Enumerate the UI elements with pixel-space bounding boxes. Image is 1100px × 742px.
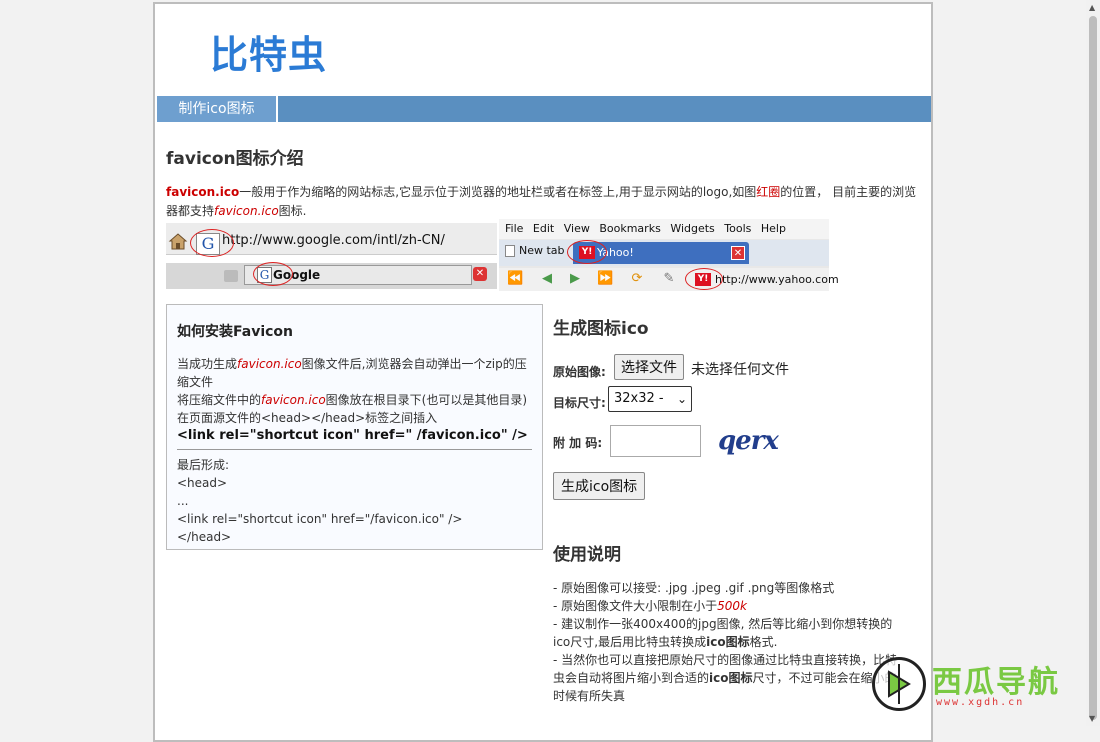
install-guide-box: 如何安装Favicon 当成功生成favicon.ico图像文件后,浏览器会自动… <box>166 304 543 550</box>
red-circle-marker <box>567 240 607 264</box>
usage-title: 使用说明 <box>553 545 621 565</box>
no-file-text: 未选择任何文件 <box>691 362 789 378</box>
page-scrollbar[interactable]: ▲ ▼ <box>1086 0 1100 726</box>
scroll-up-icon[interactable]: ▲ <box>1089 3 1095 12</box>
back-arrow-icon: ◀ <box>542 271 552 286</box>
yahoo-browser: File Edit View Bookmarks Widgets Tools H… <box>499 219 839 291</box>
install-line: 将压缩文件中的favicon.ico图像放在根目录下(也可以是其他目录) <box>177 391 537 409</box>
install-line: 最后形成: <box>177 458 230 472</box>
usage-item: - 当然你也可以直接把原始尺寸的图像通过比特虫直接转换，比特虫会自动将图片缩小到… <box>553 651 903 705</box>
new-tab-label: New tab <box>519 244 565 257</box>
choose-file-button[interactable]: 选择文件 <box>614 354 684 380</box>
scrollbar-thumb[interactable] <box>1089 16 1097 720</box>
install-text: 将压缩文件中的 <box>177 393 262 407</box>
menu-view: View <box>563 222 590 235</box>
install-code-line: <link rel="shortcut icon" href=" /favico… <box>177 428 528 443</box>
usage-item: - 原始图像可以接受: .jpg .jpeg .gif .png等图像格式 <box>553 581 835 595</box>
forward-arrow-icon: ▶ <box>570 271 580 286</box>
page-container: 比特虫 制作ico图标 favicon图标介绍 favicon.ico一般用于作… <box>153 2 933 742</box>
generate-title: 生成图标ico <box>553 319 649 339</box>
browser-menu-bar: File Edit View Bookmarks Widgets Tools H… <box>499 219 829 239</box>
captcha-image[interactable]: qerx <box>718 426 779 456</box>
usage-body: - 原始图像可以接受: .jpg .jpeg .gif .png等图像格式 - … <box>553 579 903 705</box>
target-size-select[interactable]: 32x32 - ⌄ <box>608 386 692 412</box>
captcha-label: 附 加 码: <box>553 436 603 450</box>
intro-paragraph: favicon.ico一般用于作为缩略的网站标志,它显示位于浏览器的地址栏或者在… <box>166 183 921 221</box>
red-circle-marker <box>685 268 723 290</box>
disabled-tab-icon <box>224 270 238 282</box>
watermark-url: www.xgdh.cn <box>936 697 1025 708</box>
watermark-logo-icon <box>872 657 926 711</box>
red-circle-marker <box>253 262 293 286</box>
menu-help: Help <box>760 222 786 235</box>
close-icon: ✕ <box>731 246 745 260</box>
nav-tab-make-ico[interactable]: 制作ico图标 <box>157 96 278 122</box>
install-code-line: <link rel="shortcut icon" href="/favicon… <box>177 512 463 526</box>
watermark: 西瓜导航 www.xgdh.cn <box>872 655 1092 715</box>
menu-file: File <box>505 222 524 235</box>
usage-text: - 原始图像文件大小限制在小于 <box>553 599 718 613</box>
target-size-value: 32x32 - <box>614 391 664 406</box>
menu-tools: Tools <box>724 222 752 235</box>
install-text: 当成功生成 <box>177 357 238 371</box>
reload-icon: ⟳ <box>631 271 643 286</box>
rewind-icon: ⏪ <box>507 271 524 286</box>
close-icon: ✕ <box>473 267 487 281</box>
menu-widgets: Widgets <box>670 222 715 235</box>
intro-title: favicon图标介绍 <box>166 149 304 169</box>
install-filename: favicon.ico <box>261 393 326 407</box>
red-circle-marker <box>190 229 234 257</box>
target-size-label: 目标尺寸: <box>553 396 606 410</box>
divider <box>177 449 532 450</box>
usage-bold: ico图标 <box>706 635 750 649</box>
generate-ico-button[interactable]: 生成ico图标 <box>553 472 646 500</box>
intro-red-circle: 红圈 <box>756 185 781 199</box>
install-line: 当成功生成favicon.ico图像文件后,浏览器会自动弹出一个zip的压缩文件 <box>177 355 537 391</box>
install-text: 图像放在根目录下(也可以是其他目录) <box>325 393 528 407</box>
intro-italic-name: favicon.ico <box>214 204 279 218</box>
install-code-line: ... <box>177 494 189 508</box>
usage-text: 格式. <box>749 635 778 649</box>
google-url: http://www.google.com/intl/zh-CN/ <box>222 233 445 248</box>
scroll-down-icon[interactable]: ▼ <box>1089 714 1095 723</box>
usage-bold: ico图标 <box>709 671 753 685</box>
intro-lead: favicon.ico <box>166 185 240 199</box>
yahoo-nav-bar: ⏪ ◀ ▶ ⏩ ⟳ ✎ Y! http://www.yahoo.com <box>499 268 839 291</box>
menu-edit: Edit <box>532 222 555 235</box>
watermark-text: 西瓜导航 <box>932 665 1060 700</box>
captcha-input[interactable] <box>610 425 701 457</box>
intro-text-1: 一般用于作为缩略的网站标志,它显示位于浏览器的地址栏或者在标签上,用于显示网站的… <box>239 185 757 199</box>
yahoo-tab-bar: New tab Y! Yahoo! ✕ <box>499 240 829 266</box>
yahoo-url: http://www.yahoo.com <box>715 273 839 286</box>
site-logo[interactable]: 比特虫 <box>210 24 327 79</box>
nav-bar: 制作ico图标 <box>157 96 931 122</box>
install-body: 当成功生成favicon.ico图像文件后,浏览器会自动弹出一个zip的压缩文件… <box>177 355 537 546</box>
install-code-line: </head> <box>177 530 232 544</box>
install-line: 在页面源文件的<head></head>标签之间插入 <box>177 411 438 425</box>
page-icon <box>505 245 515 257</box>
usage-size-limit: 500k <box>717 599 748 613</box>
fast-forward-icon: ⏩ <box>597 271 614 286</box>
chevron-down-icon: ⌄ <box>676 392 687 406</box>
google-tab-bar: G Google ✕ <box>166 262 497 289</box>
google-tab: G Google <box>244 262 472 286</box>
usage-item: - 建议制作一张400x400的jpg图像, 然后等比缩小到你想转换的ico尺寸… <box>553 615 903 651</box>
new-tab: New tab <box>505 244 565 257</box>
source-image-label: 原始图像: <box>553 365 606 379</box>
install-title: 如何安装Favicon <box>177 324 293 340</box>
menu-bookmarks: Bookmarks <box>599 222 661 235</box>
google-address-bar: G http://www.google.com/intl/zh-CN/ <box>166 223 497 257</box>
usage-item: - 原始图像文件大小限制在小于500k <box>553 597 903 615</box>
browser-screenshot-illustration: G http://www.google.com/intl/zh-CN/ G Go… <box>166 219 839 291</box>
install-filename: favicon.ico <box>237 357 302 371</box>
install-code-line: <head> <box>177 476 228 490</box>
intro-text-3: 图标. <box>278 204 307 218</box>
yahoo-tab: Y! Yahoo! ✕ <box>567 240 749 264</box>
home-icon <box>168 233 188 250</box>
pen-icon: ✎ <box>663 271 675 286</box>
